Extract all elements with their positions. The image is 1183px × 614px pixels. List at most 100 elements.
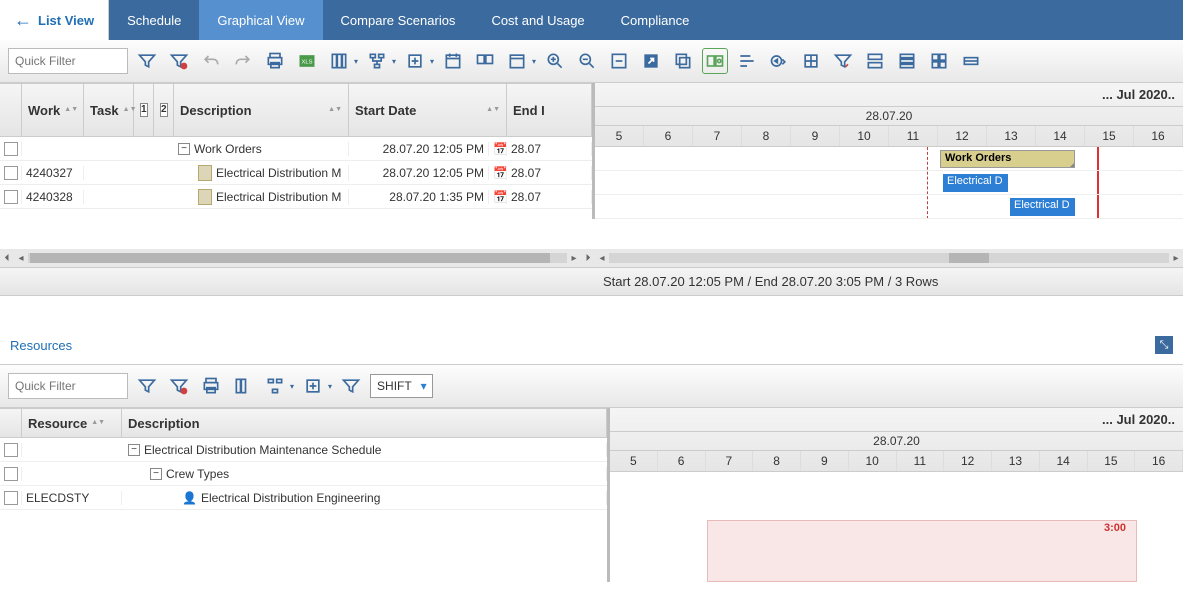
gantt-area[interactable]: Work Orders Electrical D Electrical D bbox=[595, 147, 1183, 219]
collapse-tree-icon[interactable]: − bbox=[150, 468, 162, 480]
filter-funnel-icon[interactable] bbox=[338, 373, 364, 399]
align-icon[interactable] bbox=[734, 48, 760, 74]
tab-compare-scenarios[interactable]: Compare Scenarios bbox=[323, 0, 474, 40]
tab-graphical-view[interactable]: Graphical View bbox=[199, 0, 322, 40]
col-end-date[interactable]: End I bbox=[507, 84, 592, 136]
date-picker-icon[interactable]: 📅 bbox=[493, 166, 507, 180]
left-h-scroll[interactable]: ⏴◂ ▸⏵ bbox=[0, 249, 595, 267]
collapse-tree-icon[interactable]: − bbox=[128, 444, 140, 456]
link-view-icon[interactable] bbox=[702, 48, 728, 74]
zoom-out-icon[interactable] bbox=[574, 48, 600, 74]
tab-schedule[interactable]: Schedule bbox=[109, 0, 199, 40]
col-num2[interactable]: 2 bbox=[154, 84, 174, 136]
table-row[interactable]: ELECDSTY 👤Electrical Distribution Engine… bbox=[0, 486, 607, 510]
col-task[interactable]: Task▲▼ bbox=[84, 84, 134, 136]
quick-filter-input[interactable] bbox=[8, 48, 128, 74]
export-xls-icon[interactable]: XLS bbox=[294, 48, 320, 74]
filter-funnel-icon[interactable] bbox=[830, 48, 856, 74]
col-work[interactable]: Work▲▼ bbox=[22, 84, 84, 136]
table-row[interactable]: 4240327 Electrical Distribution M 28.07.… bbox=[0, 161, 592, 185]
scroll-left-icon[interactable]: ◂ bbox=[14, 253, 28, 264]
row-checkbox[interactable] bbox=[4, 491, 18, 505]
collapse-tree-icon[interactable]: − bbox=[178, 143, 190, 155]
date-picker-icon[interactable]: 📅 bbox=[493, 190, 507, 204]
more-icon[interactable] bbox=[958, 48, 984, 74]
columns-icon[interactable] bbox=[230, 373, 256, 399]
right-h-scroll[interactable]: ◂ ▸ bbox=[595, 249, 1183, 267]
date-picker-icon[interactable]: 📅 bbox=[493, 142, 507, 156]
row-checkbox[interactable] bbox=[4, 190, 18, 204]
filter-icon[interactable] bbox=[134, 373, 160, 399]
upper-panes: Work▲▼ Task▲▼ 1 2 Description▲▼ Start Da… bbox=[0, 83, 1183, 219]
popout-icon[interactable] bbox=[638, 48, 664, 74]
scroll-right-icon[interactable]: ▸ bbox=[567, 253, 581, 264]
month-label: ... Jul 2020.. bbox=[610, 408, 1183, 432]
zoom-in-icon[interactable] bbox=[542, 48, 568, 74]
resource-icon[interactable] bbox=[862, 48, 888, 74]
date-label: 28.07.20 bbox=[610, 432, 1183, 451]
dropdown-icon[interactable]: ▾ bbox=[328, 382, 332, 391]
resources-quick-filter[interactable] bbox=[8, 373, 128, 399]
grid-icon[interactable] bbox=[926, 48, 952, 74]
columns-icon[interactable] bbox=[326, 48, 352, 74]
filter-clear-icon[interactable] bbox=[166, 48, 192, 74]
col-desc[interactable]: Description bbox=[122, 409, 607, 437]
gantt-task-bar[interactable]: Electrical D bbox=[943, 174, 1008, 192]
table-row[interactable]: 4240328 Electrical Distribution M 28.07.… bbox=[0, 185, 592, 209]
gantt-row: Electrical D bbox=[595, 195, 1183, 219]
gantt-task-bar[interactable]: Electrical D bbox=[1010, 198, 1075, 216]
resources-title: Resources bbox=[10, 338, 72, 353]
play-check-icon[interactable] bbox=[766, 48, 792, 74]
scroll-right-icon[interactable]: ⏵ bbox=[581, 253, 595, 264]
table-row[interactable]: −Crew Types bbox=[0, 462, 607, 486]
checkbox-header bbox=[0, 84, 22, 136]
sort-icon: ▲▼ bbox=[328, 107, 342, 113]
scroll-left-icon[interactable]: ◂ bbox=[595, 253, 609, 264]
calendar-icon[interactable] bbox=[440, 48, 466, 74]
col-description[interactable]: Description▲▼ bbox=[174, 84, 349, 136]
row-checkbox[interactable] bbox=[4, 467, 18, 481]
tab-compliance[interactable]: Compliance bbox=[603, 0, 708, 40]
resources-timeline-header: ... Jul 2020.. 28.07.20 5678910111213141… bbox=[610, 408, 1183, 472]
row-checkbox[interactable] bbox=[4, 142, 18, 156]
col-num1[interactable]: 1 bbox=[134, 84, 154, 136]
fit-icon[interactable] bbox=[606, 48, 632, 74]
undo-icon[interactable] bbox=[198, 48, 224, 74]
dropdown-icon[interactable]: ▾ bbox=[392, 57, 396, 66]
dropdown-icon[interactable]: ▾ bbox=[532, 57, 536, 66]
col-start-date[interactable]: Start Date▲▼ bbox=[349, 84, 507, 136]
table-row[interactable]: −Electrical Distribution Maintenance Sch… bbox=[0, 438, 607, 462]
redo-icon[interactable] bbox=[230, 48, 256, 74]
col-resource[interactable]: Resource▲▼ bbox=[22, 409, 122, 437]
calendar-config-icon[interactable] bbox=[504, 48, 530, 74]
stack-icon[interactable] bbox=[894, 48, 920, 74]
tab-cost-usage[interactable]: Cost and Usage bbox=[473, 0, 602, 40]
expand-icon[interactable] bbox=[402, 48, 428, 74]
print-icon[interactable] bbox=[262, 48, 288, 74]
status-bar: Start 28.07.20 12:05 PM / End 28.07.20 3… bbox=[0, 267, 1183, 296]
scroll-left-icon[interactable]: ⏴ bbox=[0, 253, 14, 264]
resources-gantt[interactable]: 3:00 bbox=[610, 472, 1183, 582]
hierarchy-icon[interactable] bbox=[262, 373, 288, 399]
dropdown-icon[interactable]: ▾ bbox=[290, 382, 294, 391]
table-row[interactable]: −Work Orders 28.07.20 12:05 PM 📅 28.07 bbox=[0, 137, 592, 161]
shift-select[interactable]: SHIFT bbox=[370, 374, 433, 398]
row-checkbox[interactable] bbox=[4, 443, 18, 457]
layers-icon[interactable] bbox=[670, 48, 696, 74]
dropdown-icon[interactable]: ▾ bbox=[430, 57, 434, 66]
expand-icon[interactable] bbox=[300, 373, 326, 399]
calendar-range-icon[interactable] bbox=[472, 48, 498, 74]
hierarchy-icon[interactable] bbox=[364, 48, 390, 74]
milestone-icon[interactable] bbox=[798, 48, 824, 74]
month-label: ... Jul 2020.. bbox=[595, 83, 1183, 107]
filter-clear-icon[interactable] bbox=[166, 373, 192, 399]
collapse-section-icon[interactable]: ⤡ bbox=[1155, 336, 1173, 354]
back-list-view[interactable]: ← List View bbox=[0, 0, 109, 40]
filter-icon[interactable] bbox=[134, 48, 160, 74]
gantt-group-bar[interactable]: Work Orders bbox=[940, 150, 1075, 168]
row-checkbox[interactable] bbox=[4, 166, 18, 180]
dropdown-icon[interactable]: ▾ bbox=[354, 57, 358, 66]
doc-icon bbox=[198, 189, 212, 205]
scroll-right-icon[interactable]: ▸ bbox=[1169, 253, 1183, 264]
print-icon[interactable] bbox=[198, 373, 224, 399]
